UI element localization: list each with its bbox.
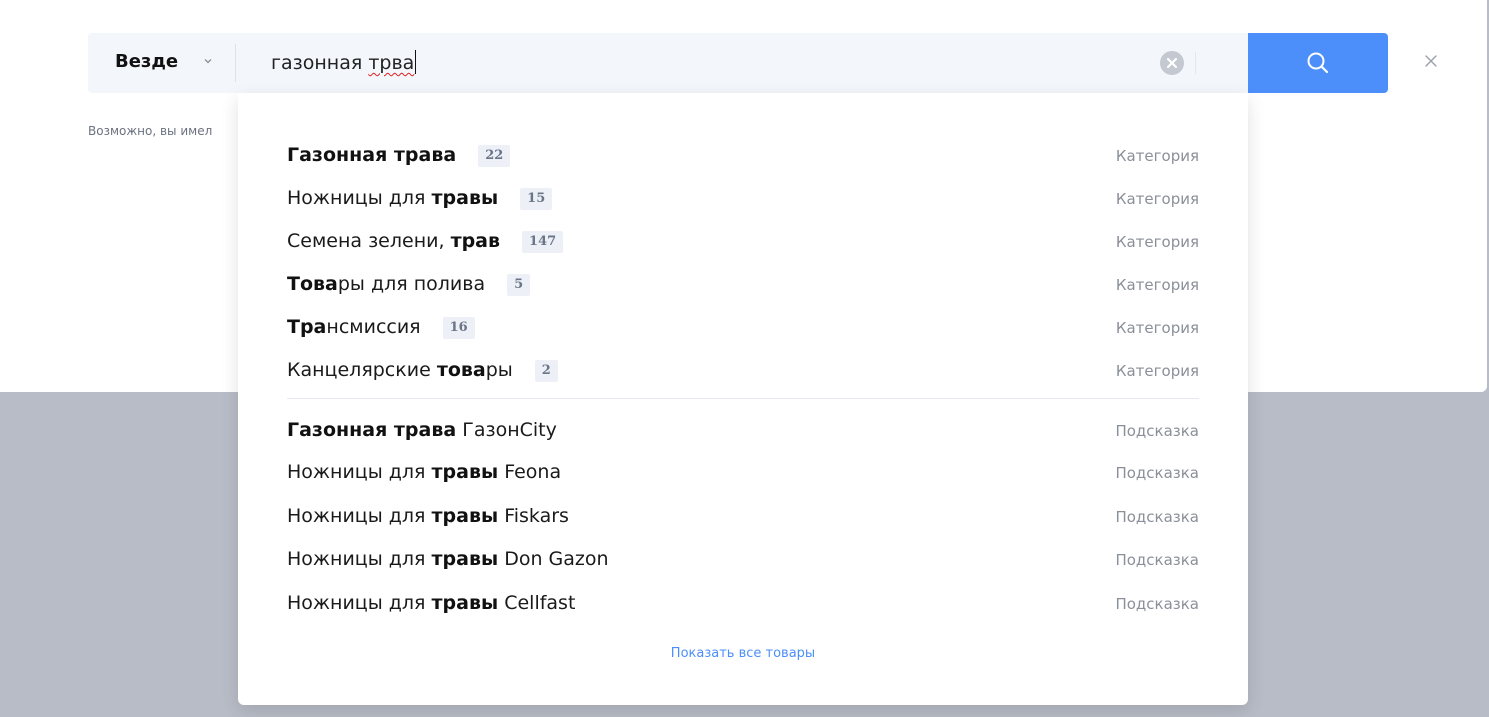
label-text: ры bbox=[485, 359, 513, 381]
count-badge: 2 bbox=[534, 360, 558, 382]
chevron-down-icon bbox=[204, 59, 212, 64]
label-text: Don Gazon bbox=[498, 548, 609, 570]
label-text: Cellfast bbox=[498, 592, 576, 614]
suggestion-row[interactable]: Ножницы для травы Feona Подсказка bbox=[287, 456, 1199, 490]
match-highlight: Газонная трава bbox=[287, 419, 457, 441]
row-type-label: Подсказка bbox=[1115, 464, 1199, 482]
row-label: Трансмиссия 16 bbox=[287, 316, 475, 339]
category-row[interactable]: Ножницы для травы 15 Категория bbox=[287, 182, 1199, 216]
label-text: Feona bbox=[498, 461, 562, 483]
section-divider bbox=[287, 398, 1199, 399]
row-type-label: Категория bbox=[1115, 362, 1199, 380]
row-type-label: Категория bbox=[1115, 319, 1199, 337]
count-badge: 16 bbox=[442, 317, 475, 339]
search-bar: Везде газонная трва bbox=[88, 33, 1248, 93]
scope-select[interactable]: Везде bbox=[88, 33, 235, 93]
label-text: Семена зелени, bbox=[287, 230, 451, 252]
category-row[interactable]: Трансмиссия 16 Категория bbox=[287, 311, 1199, 345]
match-highlight: Тра bbox=[287, 316, 327, 338]
label-text: Ножницы для bbox=[287, 461, 432, 483]
suggestion-row[interactable]: Ножницы для травы Don Gazon Подсказка bbox=[287, 543, 1199, 577]
row-label: Ножницы для травы 15 bbox=[287, 187, 553, 210]
match-highlight: травы bbox=[431, 505, 499, 527]
row-label: Ножницы для травы Don Gazon bbox=[287, 548, 609, 570]
row-label: Семена зелени, трав 147 bbox=[287, 230, 564, 253]
show-all-products-link[interactable]: Показать все товары bbox=[238, 646, 1248, 661]
row-label: Ножницы для травы Fiskars bbox=[287, 505, 569, 527]
label-text: Ножницы для bbox=[287, 187, 432, 209]
label-text: Канцелярские bbox=[287, 359, 437, 381]
label-text: ры для полива bbox=[337, 273, 486, 295]
row-label: Газонная трава 22 bbox=[287, 144, 511, 167]
query-text: газонная bbox=[271, 52, 369, 74]
category-row[interactable]: Товары для полива 5 Категория bbox=[287, 268, 1199, 302]
count-badge: 5 bbox=[507, 274, 531, 296]
clear-divider bbox=[1195, 52, 1196, 74]
category-row[interactable]: Канцелярские товары 2 Категория bbox=[287, 354, 1199, 388]
search-icon bbox=[1307, 52, 1329, 74]
match-highlight: травы bbox=[431, 548, 499, 570]
clear-circle-icon[interactable] bbox=[1160, 51, 1184, 75]
row-label: Товары для полива 5 bbox=[287, 273, 531, 296]
search-input[interactable]: газонная трва bbox=[271, 47, 1151, 79]
row-label: Газонная трава ГазонCity bbox=[287, 419, 557, 441]
label-text: ГазонCity bbox=[456, 419, 557, 441]
close-icon[interactable] bbox=[1423, 53, 1439, 69]
text-caret bbox=[415, 50, 417, 74]
row-type-label: Подсказка bbox=[1115, 595, 1199, 613]
scope-label: Везде bbox=[115, 51, 179, 72]
row-label: Ножницы для травы Feona bbox=[287, 461, 561, 483]
row-type-label: Категория bbox=[1115, 233, 1199, 251]
row-type-label: Категория bbox=[1115, 276, 1199, 294]
suggestion-row[interactable]: Ножницы для травы Fiskars Подсказка bbox=[287, 500, 1199, 534]
match-highlight: травы bbox=[431, 187, 499, 209]
match-highlight: Газонная трава bbox=[287, 144, 457, 166]
row-type-label: Подсказка bbox=[1115, 422, 1199, 440]
match-highlight: Това bbox=[287, 273, 338, 295]
search-button[interactable] bbox=[1248, 33, 1388, 93]
count-badge: 15 bbox=[520, 188, 553, 210]
label-text: Ножницы для bbox=[287, 592, 432, 614]
row-label: Канцелярские товары 2 bbox=[287, 359, 558, 382]
label-text: Ножницы для bbox=[287, 548, 432, 570]
match-highlight: това bbox=[436, 359, 486, 381]
label-text: Ножницы для bbox=[287, 505, 432, 527]
match-highlight: трав bbox=[450, 230, 501, 252]
suggestion-row[interactable]: Газонная трава ГазонCity Подсказка bbox=[287, 414, 1199, 448]
category-row[interactable]: Газонная трава 22 Категория bbox=[287, 139, 1199, 173]
label-text: Fiskars bbox=[498, 505, 569, 527]
did-you-mean-hint: Возможно, вы имел bbox=[88, 124, 213, 138]
match-highlight: травы bbox=[431, 461, 499, 483]
match-highlight: травы bbox=[431, 592, 499, 614]
row-type-label: Категория bbox=[1115, 190, 1199, 208]
row-label: Ножницы для травы Cellfast bbox=[287, 592, 575, 614]
row-type-label: Категория bbox=[1115, 147, 1199, 165]
row-type-label: Подсказка bbox=[1115, 508, 1199, 526]
row-type-label: Подсказка bbox=[1115, 551, 1199, 569]
suggestion-row[interactable]: Ножницы для травы Cellfast Подсказка bbox=[287, 587, 1199, 621]
query-typo-text: трва bbox=[368, 52, 415, 74]
label-text: нсмиссия bbox=[326, 316, 421, 338]
count-badge: 22 bbox=[478, 145, 511, 167]
count-badge: 147 bbox=[522, 231, 564, 253]
suggestions-dropdown: Газонная трава 22 Категория Ножницы для тра… bbox=[238, 93, 1248, 705]
category-row[interactable]: Семена зелени, трав 147 Категория bbox=[287, 225, 1199, 259]
scope-divider bbox=[235, 44, 236, 82]
